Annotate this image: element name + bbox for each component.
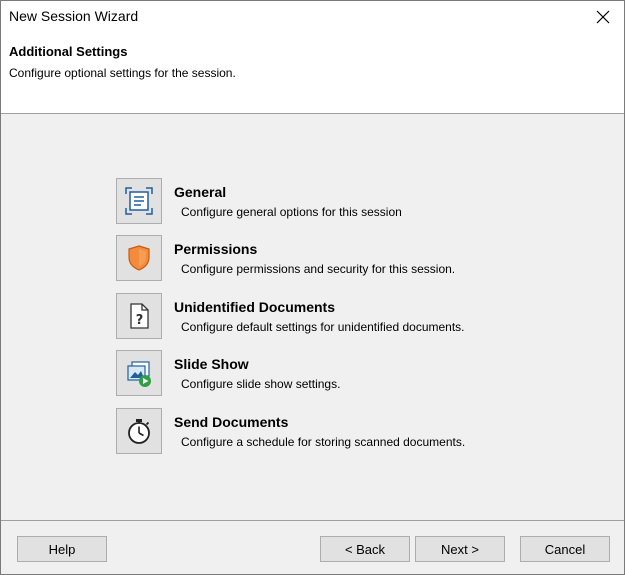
option-title: General [174,184,227,200]
close-icon [596,10,610,24]
option-title: Unidentified Documents [174,299,336,315]
option-send-documents[interactable]: Send Documents Configure a schedule for … [116,408,536,456]
option-description: Configure permissions and security for t… [181,262,456,276]
svg-text:?: ? [136,313,144,328]
page-title: Additional Settings [9,44,128,59]
shield-icon[interactable] [116,235,162,281]
option-unidentified-documents[interactable]: ? Unidentified Documents Configure defau… [116,293,536,341]
page-subtitle: Configure optional settings for the sess… [9,66,236,80]
option-description: Configure general options for this sessi… [181,205,402,219]
wizard-header: Additional Settings Configure optional s… [1,33,624,113]
option-description: Configure default settings for unidentif… [181,320,465,334]
option-general[interactable]: General Configure general options for th… [116,178,536,226]
back-button[interactable]: < Back [320,536,410,562]
option-description: Configure slide show settings. [181,377,341,391]
wizard-footer: Help < Back Next > Cancel [1,521,624,574]
option-permissions[interactable]: Permissions Configure permissions and se… [116,235,536,283]
help-button[interactable]: Help [17,536,107,562]
slideshow-icon[interactable] [116,350,162,396]
wizard-window: New Session Wizard Additional Settings C… [0,0,625,575]
stopwatch-icon[interactable] [116,408,162,454]
title-bar: New Session Wizard [1,1,624,33]
window-title: New Session Wizard [9,8,139,24]
option-title: Send Documents [174,414,289,430]
options-panel: General Configure general options for th… [1,114,624,520]
question-document-icon[interactable]: ? [116,293,162,339]
option-title: Slide Show [174,356,249,372]
close-button[interactable] [588,3,618,31]
option-description: Configure a schedule for storing scanned… [181,435,466,449]
option-title: Permissions [174,241,258,257]
general-settings-icon[interactable] [116,178,162,224]
next-button[interactable]: Next > [415,536,505,562]
cancel-button[interactable]: Cancel [520,536,610,562]
option-slide-show[interactable]: Slide Show Configure slide show settings… [116,350,536,398]
